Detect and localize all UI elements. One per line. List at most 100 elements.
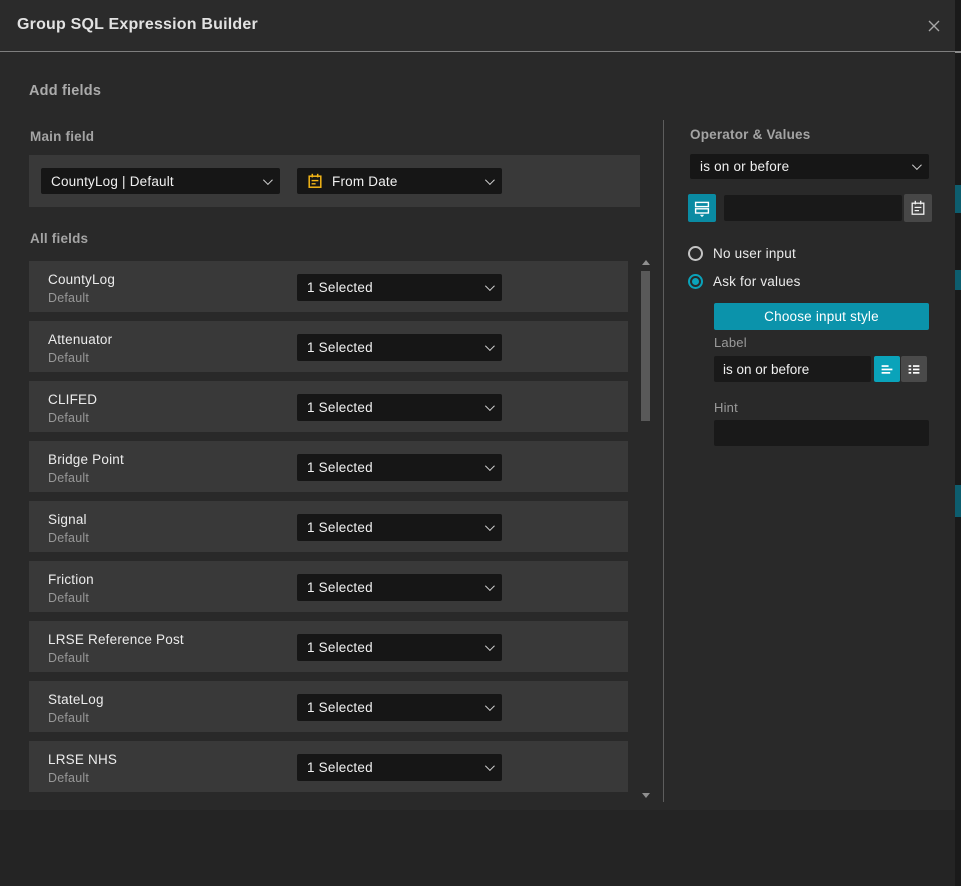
radio-ask-for-values[interactable]: Ask for values bbox=[688, 274, 801, 289]
field-row: Friction Default 1 Selected bbox=[29, 561, 628, 612]
field-values-dropdown[interactable]: 1 Selected bbox=[297, 634, 502, 661]
field-row: Signal Default 1 Selected bbox=[29, 501, 628, 552]
hint-input[interactable] bbox=[714, 420, 929, 446]
field-values-dropdown-value: 1 Selected bbox=[307, 700, 485, 715]
chevron-down-icon bbox=[912, 160, 922, 170]
field-name: LRSE NHS bbox=[48, 752, 117, 767]
chevron-down-icon bbox=[485, 461, 495, 471]
label-input[interactable] bbox=[714, 356, 871, 382]
field-values-dropdown-value: 1 Selected bbox=[307, 580, 485, 595]
field-values-dropdown[interactable]: 1 Selected bbox=[297, 394, 502, 421]
list-input-style-button[interactable] bbox=[901, 356, 927, 382]
field-row: Attenuator Default 1 Selected bbox=[29, 321, 628, 372]
field-values-dropdown-value: 1 Selected bbox=[307, 400, 485, 415]
field-values-dropdown[interactable]: 1 Selected bbox=[297, 334, 502, 361]
chevron-down-icon bbox=[485, 175, 495, 185]
field-name: CountyLog bbox=[48, 272, 115, 287]
scrollbar-down-arrow-icon[interactable] bbox=[642, 793, 650, 798]
radio-no-user-input[interactable]: No user input bbox=[688, 246, 796, 261]
chevron-down-icon bbox=[485, 341, 495, 351]
field-row: LRSE NHS Default 1 Selected bbox=[29, 741, 628, 792]
field-name: Friction bbox=[48, 572, 94, 587]
add-fields-heading: Add fields bbox=[29, 83, 101, 99]
scrollbar-up-arrow-icon[interactable] bbox=[642, 260, 650, 265]
field-subtitle: Default bbox=[48, 711, 89, 725]
field-values-dropdown-value: 1 Selected bbox=[307, 640, 485, 655]
date-value-input[interactable] bbox=[724, 195, 902, 221]
field-values-dropdown-value: 1 Selected bbox=[307, 760, 485, 775]
scrollbar-thumb[interactable] bbox=[641, 271, 650, 421]
main-field-panel: CountyLog | Default From Date bbox=[29, 155, 640, 207]
value-source-button[interactable] bbox=[688, 194, 716, 222]
group-sql-expression-builder-dialog: Group SQL Expression Builder Add fields … bbox=[0, 0, 955, 886]
title-separator bbox=[0, 51, 961, 52]
field-values-dropdown-value: 1 Selected bbox=[307, 340, 485, 355]
field-subtitle: Default bbox=[48, 291, 89, 305]
field-row: CLIFED Default 1 Selected bbox=[29, 381, 628, 432]
field-name: StateLog bbox=[48, 692, 104, 707]
calendar-icon bbox=[910, 200, 926, 216]
field-values-dropdown[interactable]: 1 Selected bbox=[297, 574, 502, 601]
chevron-down-icon bbox=[263, 175, 273, 185]
hint-caption: Hint bbox=[714, 400, 738, 415]
layer-dropdown-value: CountyLog | Default bbox=[51, 174, 263, 189]
field-name: Signal bbox=[48, 512, 87, 527]
field-values-dropdown[interactable]: 1 Selected bbox=[297, 754, 502, 781]
background-fragment bbox=[955, 185, 961, 213]
field-subtitle: Default bbox=[48, 651, 89, 665]
list-scrollbar[interactable] bbox=[641, 258, 650, 800]
field-name: Attenuator bbox=[48, 332, 112, 347]
all-fields-list: CountyLog Default 1 Selected Attenuator … bbox=[29, 261, 628, 801]
field-subtitle: Default bbox=[48, 411, 89, 425]
field-subtitle: Default bbox=[48, 351, 89, 365]
background-fragment bbox=[955, 270, 961, 290]
background-app-sliver bbox=[955, 0, 961, 886]
main-field-heading: Main field bbox=[30, 129, 94, 144]
operator-dropdown[interactable]: is on or before bbox=[690, 154, 929, 179]
all-fields-heading: All fields bbox=[30, 231, 88, 246]
chevron-down-icon bbox=[485, 641, 495, 651]
field-row: Bridge Point Default 1 Selected bbox=[29, 441, 628, 492]
radio-icon[interactable] bbox=[688, 274, 703, 289]
chevron-down-icon bbox=[485, 521, 495, 531]
field-name: LRSE Reference Post bbox=[48, 632, 184, 647]
operator-values-heading: Operator & Values bbox=[690, 127, 810, 142]
label-caption: Label bbox=[714, 335, 747, 350]
field-row: CountyLog Default 1 Selected bbox=[29, 261, 628, 312]
choose-input-style-button[interactable]: Choose input style bbox=[714, 303, 929, 330]
values-stack-icon bbox=[694, 200, 710, 217]
field-subtitle: Default bbox=[48, 531, 89, 545]
field-name: CLIFED bbox=[48, 392, 97, 407]
chevron-down-icon bbox=[485, 701, 495, 711]
chevron-down-icon bbox=[485, 401, 495, 411]
background-fragment bbox=[955, 485, 961, 517]
radio-icon[interactable] bbox=[688, 246, 703, 261]
date-field-calendar-icon bbox=[307, 173, 323, 189]
layer-dropdown[interactable]: CountyLog | Default bbox=[41, 168, 280, 194]
field-row: StateLog Default 1 Selected bbox=[29, 681, 628, 732]
radio-ask-for-values-label: Ask for values bbox=[713, 274, 801, 289]
close-button[interactable] bbox=[924, 16, 944, 36]
dialog-title: Group SQL Expression Builder bbox=[17, 16, 258, 34]
field-values-dropdown-value: 1 Selected bbox=[307, 520, 485, 535]
field-row: LRSE Reference Post Default 1 Selected bbox=[29, 621, 628, 672]
vertical-divider bbox=[663, 120, 664, 802]
chevron-down-icon bbox=[485, 581, 495, 591]
field-subtitle: Default bbox=[48, 591, 89, 605]
text-align-icon bbox=[879, 361, 895, 377]
close-icon bbox=[925, 17, 943, 35]
background-fragment bbox=[955, 51, 961, 53]
operator-dropdown-value: is on or before bbox=[700, 159, 912, 174]
main-field-dropdown[interactable]: From Date bbox=[297, 168, 502, 194]
date-picker-button[interactable] bbox=[904, 194, 932, 222]
chevron-down-icon bbox=[485, 281, 495, 291]
field-values-dropdown[interactable]: 1 Selected bbox=[297, 694, 502, 721]
single-line-input-style-button[interactable] bbox=[874, 356, 900, 382]
main-field-dropdown-value: From Date bbox=[332, 174, 476, 189]
field-values-dropdown[interactable]: 1 Selected bbox=[297, 454, 502, 481]
field-values-dropdown[interactable]: 1 Selected bbox=[297, 514, 502, 541]
field-name: Bridge Point bbox=[48, 452, 124, 467]
field-values-dropdown[interactable]: 1 Selected bbox=[297, 274, 502, 301]
field-subtitle: Default bbox=[48, 471, 89, 485]
dialog-title-bar: Group SQL Expression Builder bbox=[0, 0, 955, 52]
